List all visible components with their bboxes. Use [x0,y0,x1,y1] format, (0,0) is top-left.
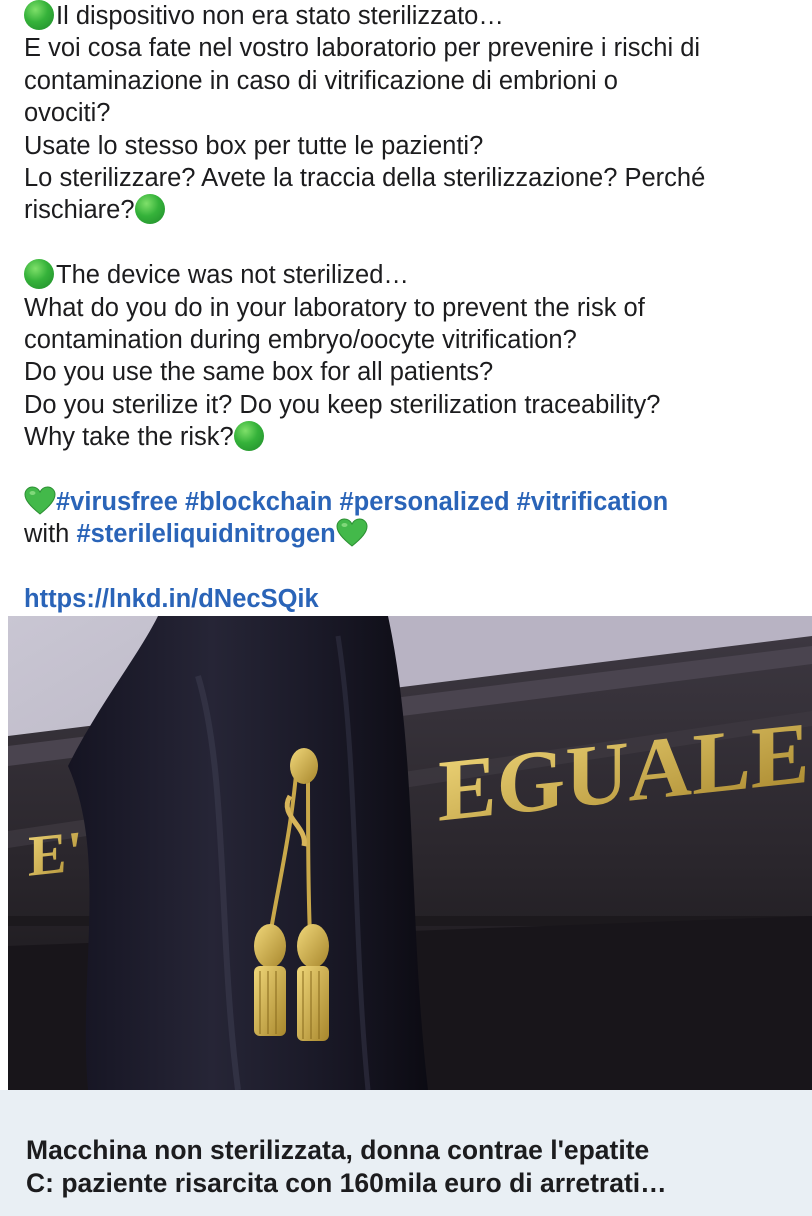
hashtags-line-2: with #sterileliquidnitrogen [24,518,792,550]
en-line-3: contamination during embryo/oocyte vitri… [24,326,577,355]
it-line-4: ovociti? [24,99,111,128]
card-title-line-1: Macchina non sterilizzata, donna contrae… [26,1135,650,1165]
post: Il dispositivo non era stato sterilizzat… [0,0,812,1216]
green-circle-icon [233,421,264,452]
en-line-2: What do you do in your laboratory to pre… [24,293,645,322]
it-line-6: Lo sterilizzare? Avete la traccia della … [24,164,706,193]
green-heart-icon [336,518,368,548]
en-line-4: Do you use the same box for all patients… [24,358,494,387]
post-link[interactable]: https://lnkd.in/dNecSQik [24,585,319,613]
hashtag-sterileliquidnitrogen[interactable]: #sterileliquidnitrogen [76,520,335,548]
post-link-line: https://lnkd.in/dNecSQik [24,583,792,615]
it-line-2: E voi cosa fate nel vostro laboratorio p… [24,34,701,63]
it-line-7: rischiare? [24,194,792,226]
courtroom-photo: EGUALE E' [8,616,812,1090]
hashtags-group-1[interactable]: #virusfree #blockchain #personalized #vi… [56,488,668,516]
card-image[interactable]: EGUALE E' [8,616,812,1090]
it-line-5: Usate lo stesso box per tutte le pazient… [24,131,484,160]
hashtags-line-1: #virusfree #blockchain #personalized #vi… [24,486,792,518]
e-inscription: E' [28,818,83,889]
green-circle-icon [24,259,54,290]
en-line-1: The device was not sterilized… [24,259,792,291]
card-title[interactable]: Macchina non sterilizzata, donna contrae… [0,1090,812,1200]
en-line-6: Why take the risk? [24,421,792,453]
link-preview-card[interactable]: EGUALE E' Macchina non sterilizzata, don… [0,616,812,1216]
green-heart-icon [24,486,56,515]
card-footer[interactable]: Macchina non sterilizzata, donna contrae… [0,1090,812,1216]
it-line-3: contaminazione in caso di vitrificazione… [24,66,618,95]
card-title-line-2: C: paziente risarcita con 160mila euro d… [26,1168,667,1198]
post-text: Il dispositivo non era stato sterilizzat… [0,0,812,616]
green-circle-icon [24,0,54,30]
it-line-1: Il dispositivo non era stato sterilizzat… [24,0,792,32]
en-line-5: Do you sterilize it? Do you keep sterili… [24,390,661,419]
green-circle-icon [134,194,165,225]
